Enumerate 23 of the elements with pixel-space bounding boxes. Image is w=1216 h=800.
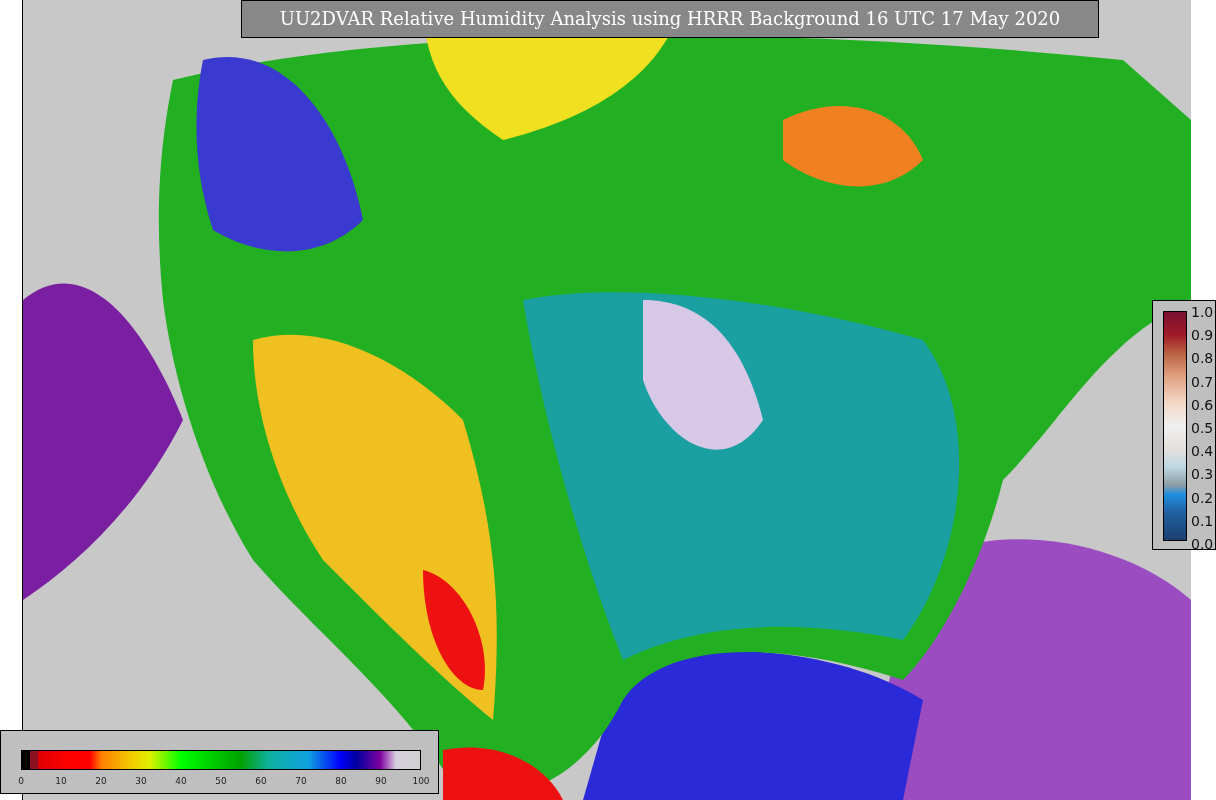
- colorbar-label: 60: [255, 775, 267, 787]
- colorbar-label: 0.3: [1191, 465, 1214, 484]
- colorbar-label: 50: [215, 775, 227, 787]
- colorbar-label: 0.8: [1191, 349, 1214, 368]
- colorbar-label: 0.4: [1191, 442, 1214, 461]
- colorbar-label: 0.9: [1191, 326, 1214, 345]
- colorbar-label: 100: [412, 775, 430, 787]
- colorbar-label: 0.7: [1191, 372, 1214, 391]
- colorbar-label: 0.6: [1191, 395, 1214, 414]
- colorbar-label: 1.0: [1191, 303, 1214, 321]
- colorbar-label: 0.0: [1191, 534, 1214, 553]
- colorbar-label: 10: [55, 775, 67, 787]
- colorbar-label: 40: [175, 775, 187, 787]
- colorbar-label: 70: [295, 775, 307, 787]
- colorbar-label: 30: [135, 775, 147, 787]
- colorbar-label: 0: [18, 775, 24, 787]
- colorbar-label: 90: [375, 775, 387, 787]
- colorbar-label: 20: [95, 775, 107, 787]
- colorbar-label: 0.1: [1191, 511, 1214, 530]
- colorbar-label: 80: [335, 775, 347, 787]
- colorbar-label: 0.5: [1191, 418, 1214, 437]
- colorbar-label: 0.2: [1191, 488, 1214, 507]
- map-title: UU2DVAR Relative Humidity Analysis using HRRR Background 16 UTC 17 May 2020: [241, 0, 1099, 38]
